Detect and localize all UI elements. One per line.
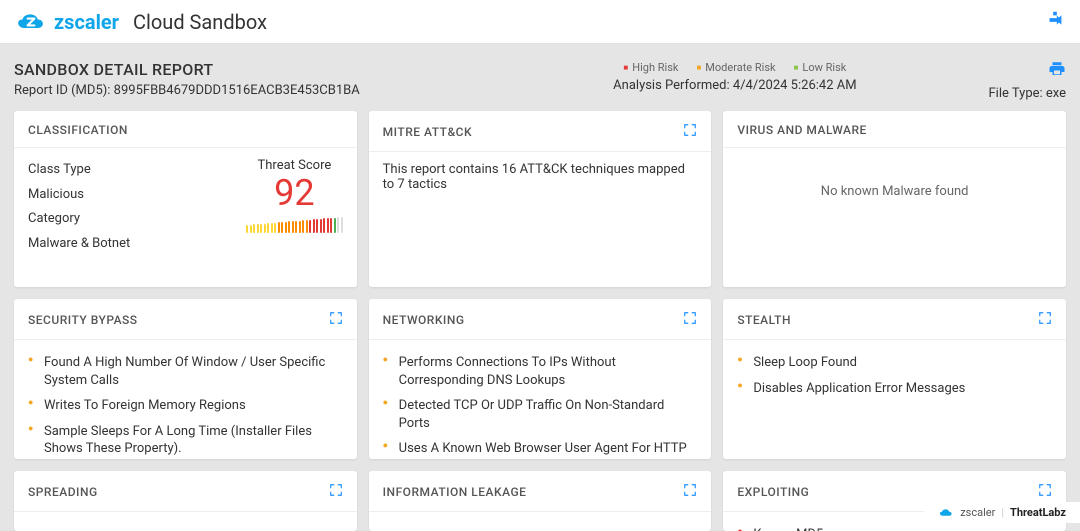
brand-text: zscaler <box>54 10 119 34</box>
print-icon[interactable] <box>1048 60 1066 82</box>
card-title: INFORMATION LEAKAGE <box>383 485 527 499</box>
footer-branding: zscaler | ThreatLabz <box>924 502 1080 523</box>
findings-list: Found A High Number Of Window / User Spe… <box>28 350 343 459</box>
report-id: Report ID (MD5): 8995FBB4679DDD1516EACB3… <box>14 83 481 98</box>
file-type: File Type: exe <box>989 86 1067 101</box>
card-title: EXPLOITING <box>737 485 809 499</box>
expand-icon[interactable] <box>683 311 697 329</box>
zscaler-cloud-icon <box>938 507 954 519</box>
findings-list: Sleep Loop FoundDisables Application Err… <box>737 350 1052 401</box>
expand-icon[interactable] <box>683 123 697 141</box>
finding-item: Disables Application Error Messages <box>737 376 1052 402</box>
card-spreading: SPREADING <box>14 471 357 531</box>
expand-icon[interactable] <box>329 311 343 329</box>
threat-score-gauge <box>246 217 343 233</box>
card-title: SECURITY BYPASS <box>28 313 138 327</box>
report-meta: SANDBOX DETAIL REPORT Report ID (MD5): 8… <box>0 44 1080 111</box>
finding-item: Performs Connections To IPs Without Corr… <box>383 350 698 393</box>
card-title: STEALTH <box>737 313 791 327</box>
finding-item: Detected TCP Or UDP Traffic On Non-Stand… <box>383 393 698 436</box>
analysis-performed: Analysis Performed: 4/4/2024 5:26:42 AM <box>501 78 968 93</box>
card-title: MITRE ATT&CK <box>383 125 472 139</box>
app-title: Cloud Sandbox <box>133 10 267 34</box>
classification-details: Class Type Malicious Category Malware & … <box>28 158 236 273</box>
virus-message: No known Malware found <box>723 148 1066 287</box>
finding-item: Writes To Foreign Memory Regions <box>28 393 343 419</box>
legend-low: Low Risk <box>794 61 847 74</box>
findings-list: Performs Connections To IPs Without Corr… <box>383 350 698 459</box>
risk-legend: High Risk Moderate Risk Low Risk <box>623 61 846 74</box>
card-mitre: MITRE ATT&CK This report contains 16 ATT… <box>369 111 712 287</box>
card-grid-row-3: SPREADING INFORMATION LEAKAGE EXPLOITING… <box>0 471 1080 531</box>
card-stealth: STEALTH Sleep Loop FoundDisables Applica… <box>723 299 1066 459</box>
card-title: SPREADING <box>28 485 98 499</box>
legend-moderate: Moderate Risk <box>696 61 775 74</box>
card-grid-row-2: SECURITY BYPASS Found A High Number Of W… <box>0 299 1080 459</box>
finding-item: Uses A Known Web Browser User Agent For … <box>383 436 698 459</box>
mitre-summary: This report contains 16 ATT&CK technique… <box>369 152 712 287</box>
brand-logo: zscaler <box>14 9 119 35</box>
threat-score: Threat Score 92 <box>246 158 343 273</box>
findings-list: Known MD5 <box>737 522 1052 531</box>
card-title: CLASSIFICATION <box>28 123 128 137</box>
finding-item: Known MD5 <box>737 522 1052 531</box>
card-security-bypass: SECURITY BYPASS Found A High Number Of W… <box>14 299 357 459</box>
zscaler-cloud-icon <box>14 9 48 35</box>
expand-icon[interactable] <box>1038 483 1052 501</box>
logout-icon[interactable] <box>1044 9 1066 35</box>
expand-icon[interactable] <box>683 483 697 501</box>
threat-score-value: 92 <box>246 175 343 211</box>
card-networking: NETWORKING Performs Connections To IPs W… <box>369 299 712 459</box>
legend-high: High Risk <box>623 61 678 74</box>
finding-item: Sample Sleeps For A Long Time (Installer… <box>28 419 343 459</box>
card-virus-malware: VIRUS AND MALWARE No known Malware found <box>723 111 1066 287</box>
card-title: NETWORKING <box>383 313 465 327</box>
expand-icon[interactable] <box>1038 311 1052 329</box>
card-grid-row-1: CLASSIFICATION Class Type Malicious Cate… <box>0 111 1080 287</box>
expand-icon[interactable] <box>329 483 343 501</box>
finding-item: Found A High Number Of Window / User Spe… <box>28 350 343 393</box>
report-title: SANDBOX DETAIL REPORT <box>14 60 481 79</box>
finding-item: Sleep Loop Found <box>737 350 1052 376</box>
card-classification: CLASSIFICATION Class Type Malicious Cate… <box>14 111 357 287</box>
card-info-leak: INFORMATION LEAKAGE <box>369 471 712 531</box>
top-bar: zscaler Cloud Sandbox <box>0 0 1080 44</box>
card-title: VIRUS AND MALWARE <box>737 123 867 137</box>
